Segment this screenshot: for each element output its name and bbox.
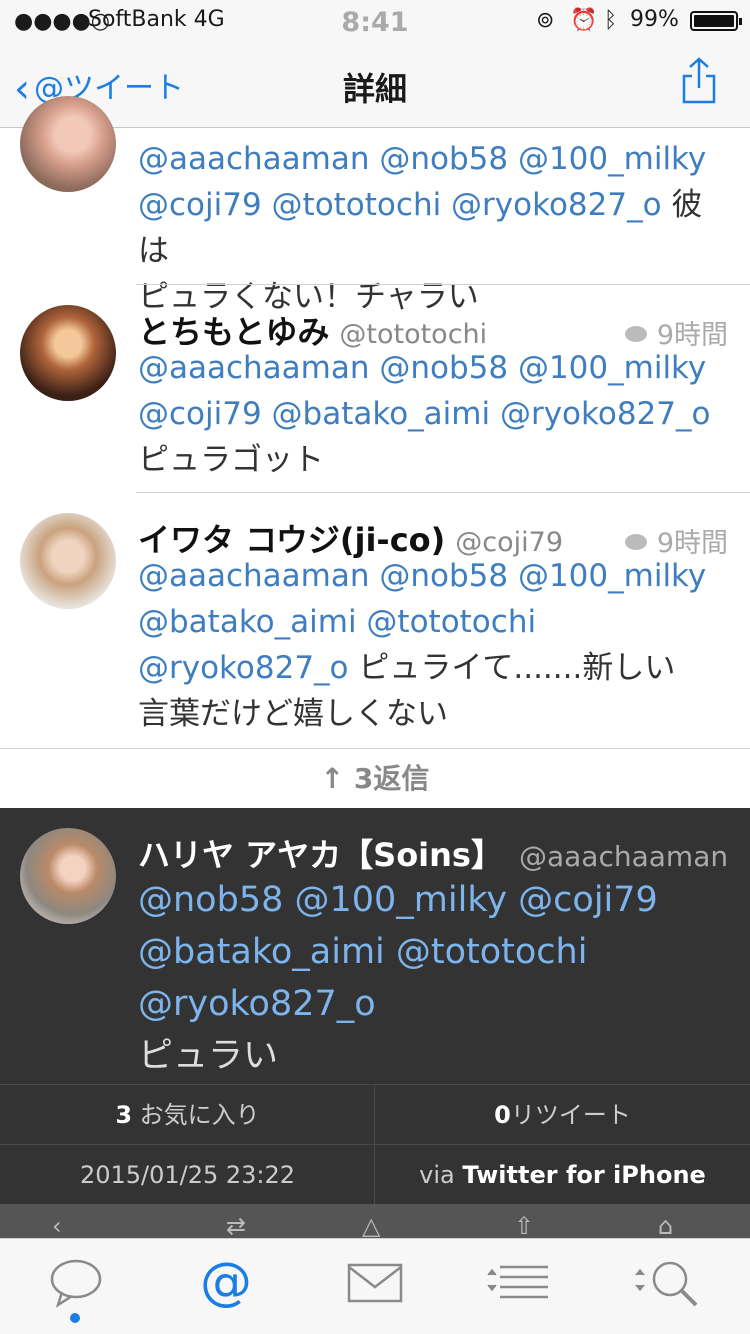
tweet-meta: 2015/01/25 23:22 via Twitter for iPhone [0,1144,750,1205]
page-title: 詳細 [342,70,407,108]
retweets-count: 0 [494,1101,511,1129]
tweet-mentions[interactable]: @ryoko827_o [138,978,728,1030]
client-name: Twitter for iPhone [462,1161,706,1189]
focused-tweet: ハリヤ アヤカ【Soins】 @aaachaaman @nob58 @100_mi… [0,808,750,1084]
retweet-icon[interactable]: ⇄ [226,1212,246,1240]
favorites-count: 3 [115,1101,133,1129]
avatar[interactable] [20,305,116,401]
tweet-body: @aaachaaman @nob58 @100_milky @batako_ai… [138,553,728,737]
favorites-label: お気に入り [139,1101,260,1129]
tweet-client[interactable]: via Twitter for iPhone [375,1145,750,1205]
list-icon[interactable] [478,1253,558,1313]
at-icon[interactable]: @ [186,1253,266,1313]
share-icon[interactable] [680,56,718,106]
reply-bubble-icon [624,326,647,342]
envelope-icon[interactable] [335,1253,415,1313]
tweet-mentions[interactable]: @batako_aimi @tototochi [138,926,728,978]
more-icon[interactable]: ⌂ [658,1212,673,1240]
tweet-text: ピュラい [138,1036,279,1076]
favorites-button[interactable]: 3 お気に入り [0,1085,375,1145]
tweet-body: @aaachaaman @nob58 @100_milky @coji79 @b… [138,345,728,483]
tweet-mentions[interactable]: @ryoko827_o [138,650,349,686]
tweet-mentions[interactable]: @batako_aimi @tototochi [138,599,728,645]
tweet-body: @nob58 @100_milky @coji79 @batako_aimi @… [138,874,728,1082]
favorite-icon[interactable]: △ [362,1212,380,1240]
tweet-item[interactable]: とちもとゆみ @tototochi 9時間 @aaachaaman @nob58 … [0,285,750,493]
author-name: ハリヤ アヤカ【Soins】 [138,836,503,874]
search-icon[interactable] [626,1253,706,1313]
reply-icon[interactable]: ‹ [52,1212,62,1240]
retweets-button[interactable]: 0リツイート [375,1085,750,1145]
share-icon[interactable]: ⇧ [514,1212,534,1240]
navigation-bar: ‹ @ツイート 詳細 [0,40,750,128]
speech-bubble-icon[interactable] [36,1253,116,1313]
avatar[interactable] [20,828,116,924]
tweet-text: 言葉だけど嬉しくない [138,696,448,732]
svg-text:@: @ [200,1253,252,1312]
retweets-label: リツイート [510,1101,631,1129]
tweet-mentions[interactable]: @aaachaaman @nob58 @100_milky [138,136,728,182]
rotation-lock-icon: ⊚ [536,8,555,33]
battery-percent: 99% [630,7,679,32]
avatar[interactable] [20,513,116,609]
tweet-author: ハリヤ アヤカ【Soins】 @aaachaaman [138,830,728,876]
alarm-icon: ⏰ [570,8,598,33]
via-prefix: via [419,1161,455,1189]
tweet-item[interactable]: イワタ コウジ(ji-co) @coji79 9時間 @aaachaaman @n… [0,493,750,748]
status-bar: ●●●●○ SoftBank 4G 8:41 ⊚ ⏰ ᛒ 99% [0,0,750,40]
tweet-mentions[interactable]: @nob58 @100_milky @coji79 [138,874,728,926]
battery-icon [690,11,742,31]
replies-button[interactable]: ↑ 3返信 [0,748,750,808]
tweet-mentions[interactable]: @coji79 @tototochi @ryoko827_o [138,187,662,223]
tweet-mentions[interactable]: @aaachaaman @nob58 @100_milky [138,345,728,391]
bluetooth-icon: ᛒ [604,8,618,33]
avatar[interactable] [20,96,116,192]
tweet-item[interactable]: @aaachaaman @nob58 @100_milky @coji79 @t… [0,96,750,315]
unread-indicator [70,1313,80,1323]
reply-bubble-icon [624,534,647,550]
author-handle: @aaachaaman [518,840,729,873]
tweet-text: ピュラゴット [138,442,324,478]
tweet-text: ピュライて.......新しい [358,650,676,686]
tweet-action-bar: ‹ ⇄ △ ⇧ ⌂ [0,1204,750,1240]
tweet-stats: 3 お気に入り 0リツイート [0,1084,750,1145]
tweet-timestamp: 2015/01/25 23:22 [79,1161,296,1189]
tweet-mentions[interactable]: @coji79 @batako_aimi @ryoko827_o [138,391,728,437]
tweet-mentions[interactable]: @aaachaaman @nob58 @100_milky [138,553,728,599]
tab-bar: @ [0,1238,750,1334]
